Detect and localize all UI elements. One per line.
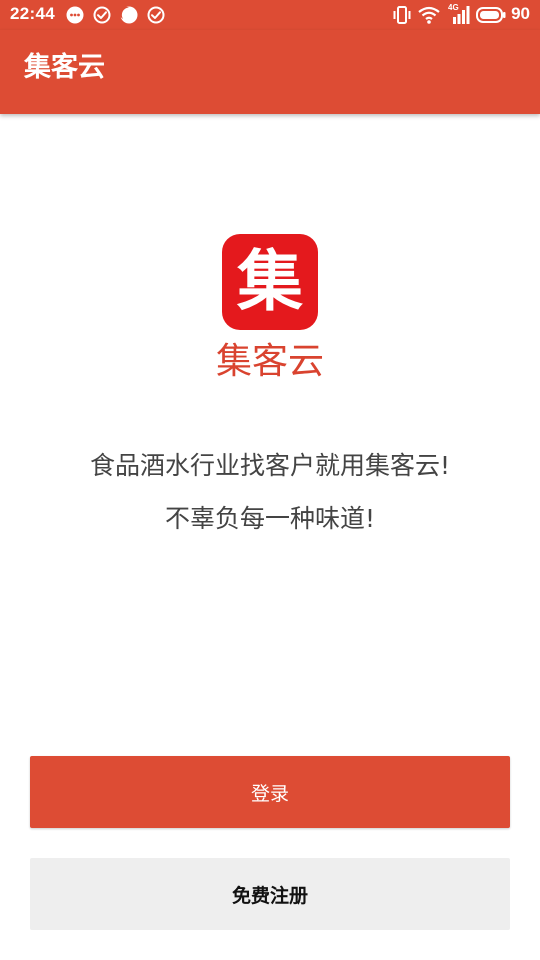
slogan-line-2: 不辜负每一种味道! xyxy=(164,504,376,533)
status-time: 22:44 xyxy=(10,4,55,23)
battery-icon xyxy=(476,7,506,23)
check-circle-icon xyxy=(147,6,165,24)
app-bar-title: 集客云 xyxy=(24,52,105,83)
check-circle-icon xyxy=(93,6,111,24)
app-bar: 集客云 xyxy=(0,30,540,114)
network-type-label: 4G xyxy=(448,3,459,12)
login-button[interactable]: 登录 xyxy=(30,756,510,828)
slogan-line-1: 食品酒水行业找客户就用集客云! xyxy=(89,451,451,480)
register-button[interactable]: 免费注册 xyxy=(30,858,510,930)
half-moon-icon xyxy=(120,6,138,24)
battery-level: 90 xyxy=(511,4,530,23)
chat-bubble-icon xyxy=(66,6,84,24)
wifi-icon xyxy=(418,6,440,24)
app-logo-icon: 集 xyxy=(222,234,318,330)
brand-name: 集客云 xyxy=(215,341,324,382)
vibrate-icon xyxy=(393,6,411,24)
logo-glyph: 集 xyxy=(236,243,303,320)
status-bar: 22:44 4G 90 xyxy=(0,0,540,30)
